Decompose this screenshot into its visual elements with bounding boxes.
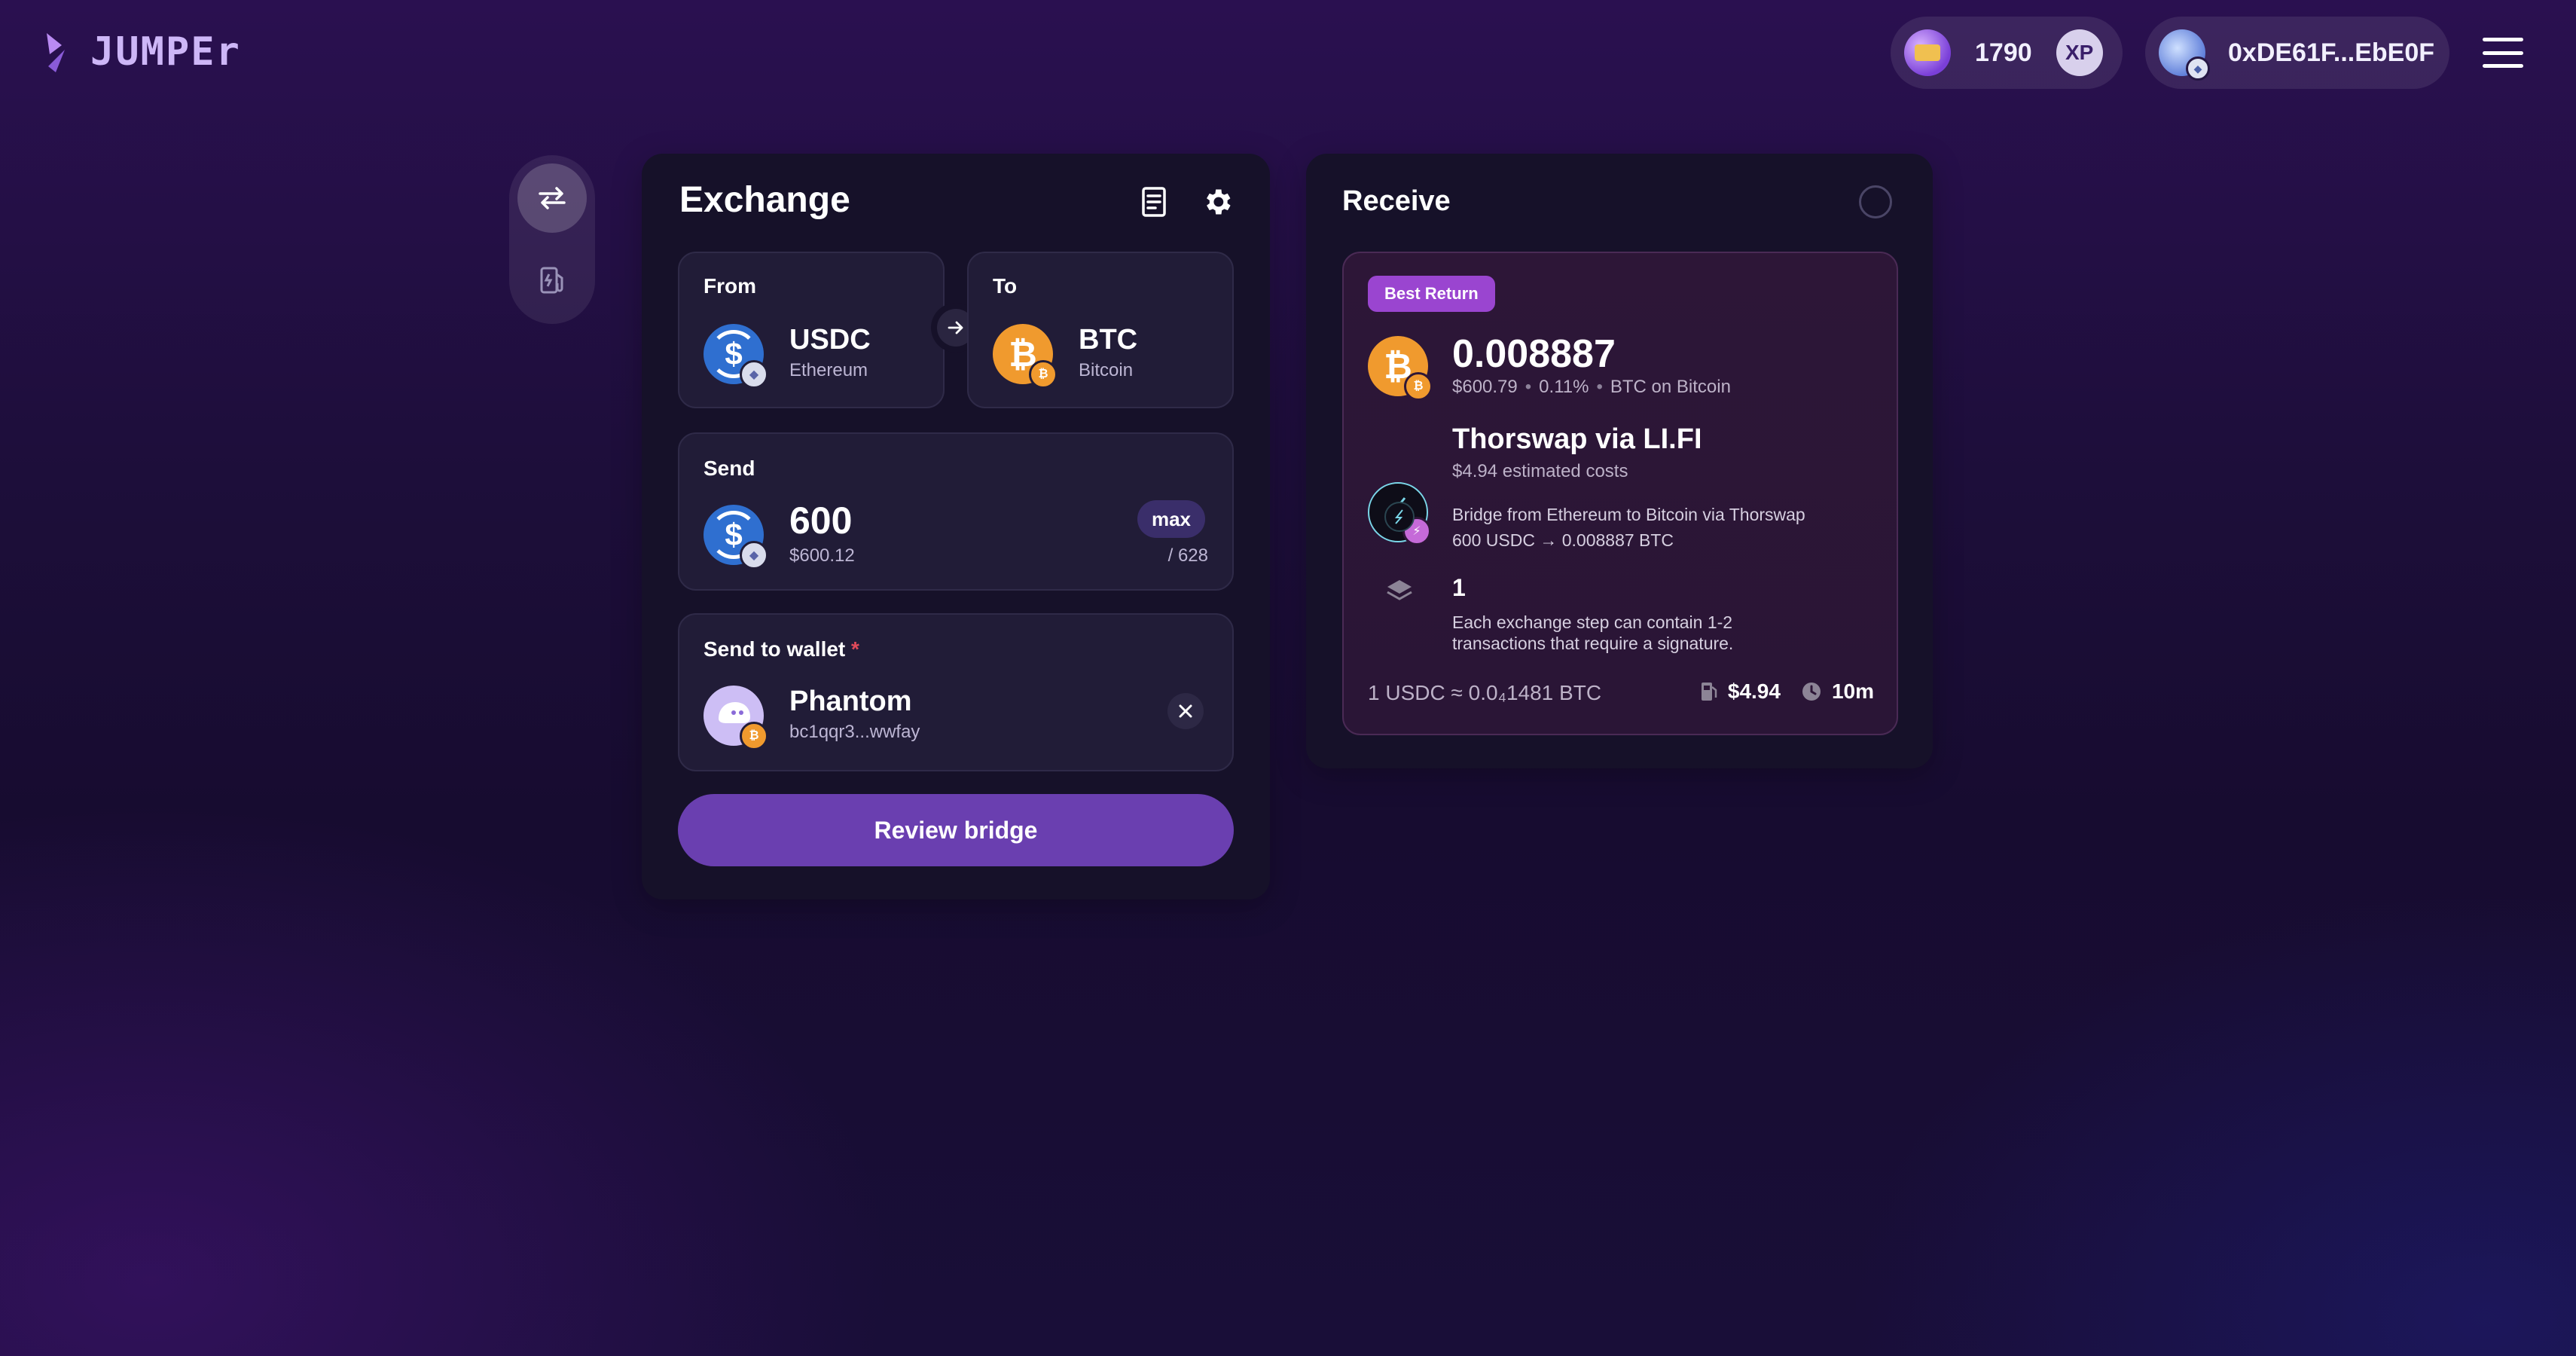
usdc-token-icon: $ ◆ <box>704 505 768 570</box>
from-label: From <box>704 274 756 298</box>
bridge-step-icon <box>1384 502 1415 532</box>
xp-badge: XP <box>2056 29 2103 76</box>
step-amounts: 600 USDC → 0.008887 BTC <box>1452 530 1674 550</box>
gas-mode-button[interactable] <box>517 246 587 315</box>
provider-cost: $4.94 estimated costs <box>1452 461 1628 481</box>
close-icon <box>1179 704 1192 718</box>
best-return-badge: Best Return <box>1368 276 1495 312</box>
swap-arrows-icon <box>539 187 566 209</box>
usdc-token-icon: $ ◆ <box>704 324 768 389</box>
review-bridge-button[interactable]: Review bridge <box>678 794 1234 866</box>
xp-value: 1790 <box>1975 38 2032 67</box>
send-to-wallet-label: Send to wallet * <box>704 637 859 661</box>
step-text: Bridge from Ethereum to Bitcoin via Thor… <box>1452 505 1805 524</box>
bitcoin-chain-icon: ₿ <box>740 722 768 750</box>
wallet-name: Phantom <box>789 686 912 717</box>
bitcoin-chain-icon: ₿ <box>1029 360 1058 389</box>
exchange-title: Exchange <box>679 180 850 220</box>
send-label: Send <box>704 457 755 480</box>
wallet-address: 0xDE61F...EbE0F <box>2228 38 2435 67</box>
steps-count: 1 <box>1452 574 1466 601</box>
to-label: To <box>993 274 1018 298</box>
price-impact: 0.11% <box>1539 377 1589 397</box>
lightning-icon <box>1394 509 1403 524</box>
exchange-rate: 1 USDC ≈ 0.0₄1481 BTC <box>1368 681 1602 704</box>
destination-wallet-panel[interactable]: Send to wallet * ₿ Phantom bc1qqr3...wwf… <box>678 613 1234 771</box>
from-token-selector[interactable]: From $ ◆ USDC Ethereum <box>678 252 945 408</box>
route-footer-stats: $4.94 10m <box>1699 680 1874 704</box>
required-mark: * <box>851 637 859 661</box>
jumper-logo[interactable]: JUMPEr <box>42 29 241 75</box>
estimated-time: 10m <box>1831 680 1874 703</box>
wallet-address-short: bc1qqr3...wwfay <box>789 722 920 742</box>
arrow-right-icon <box>948 321 963 334</box>
btc-token-icon: ₿ ₿ <box>993 324 1058 389</box>
from-token-chain: Ethereum <box>789 360 868 380</box>
steps-note: Each exchange step can contain 1-2 trans… <box>1452 612 1734 653</box>
send-amount-panel: Send $ ◆ 600 $600.12 max / 628 <box>678 432 1234 591</box>
settings-gear-icon[interactable] <box>1201 185 1234 218</box>
receive-usd: $600.79 <box>1452 377 1518 397</box>
ethereum-chain-icon: ◆ <box>2186 56 2210 81</box>
ethereum-chain-icon: ◆ <box>740 541 768 570</box>
from-token-symbol: USDC <box>789 324 871 356</box>
gas-pump-icon <box>1701 683 1717 701</box>
to-token-chain: Bitcoin <box>1079 360 1134 380</box>
clock-icon <box>1802 683 1821 701</box>
bitcoin-chain-icon: ₿ <box>1404 372 1433 401</box>
wallet-button[interactable]: ◆ 0xDE61F...EbE0F <box>2145 17 2449 89</box>
menu-icon[interactable] <box>2483 38 2523 68</box>
exchange-mode-button[interactable] <box>517 163 587 233</box>
max-button[interactable]: max <box>1137 500 1205 538</box>
jumper-logo-icon <box>47 33 65 72</box>
send-amount-usd: $600.12 <box>789 545 855 566</box>
gas-cost: $4.94 <box>1727 680 1781 703</box>
receive-title: Receive <box>1342 185 1451 217</box>
phantom-wallet-icon: ₿ <box>704 686 768 750</box>
mode-switcher <box>509 155 595 324</box>
to-token-symbol: BTC <box>1079 324 1138 356</box>
best-route-card[interactable]: Best Return ₿ ₿ 0.008887 $600.79 • 0.11% • B… <box>1342 252 1898 735</box>
ethereum-chain-icon: ◆ <box>740 360 768 389</box>
exchange-card: Exchange From $ ◆ USDC Ethereum To ₿ ₿ B… <box>642 154 1270 899</box>
btc-token-icon: ₿ ₿ <box>1368 336 1433 401</box>
step-description: Bridge from Ethereum to Bitcoin via Thor… <box>1452 502 1805 553</box>
receive-amount: 0.008887 <box>1452 332 1616 376</box>
wallet-avatar: ◆ <box>2159 29 2210 81</box>
gas-pump-icon <box>540 267 563 294</box>
receive-network: BTC on Bitcoin <box>1610 377 1731 397</box>
provider-name: Thorswap via LI.FI <box>1452 423 1702 455</box>
jumper-logo-text: JUMPEr <box>90 29 241 75</box>
token-balance: / 628 <box>1167 545 1208 566</box>
receive-details: $600.79 • 0.11% • BTC on Bitcoin <box>1452 377 1731 397</box>
to-token-selector[interactable]: To ₿ ₿ BTC Bitcoin <box>967 252 1234 408</box>
profile-avatar <box>1904 29 1951 76</box>
send-amount-input[interactable]: 600 <box>789 499 852 542</box>
layers-icon <box>1387 580 1412 600</box>
xp-points-button[interactable]: 1790 XP <box>1891 17 2123 89</box>
transaction-history-icon[interactable] <box>1139 185 1169 220</box>
refresh-timer-icon[interactable] <box>1859 185 1892 218</box>
clear-wallet-button[interactable] <box>1167 693 1204 729</box>
